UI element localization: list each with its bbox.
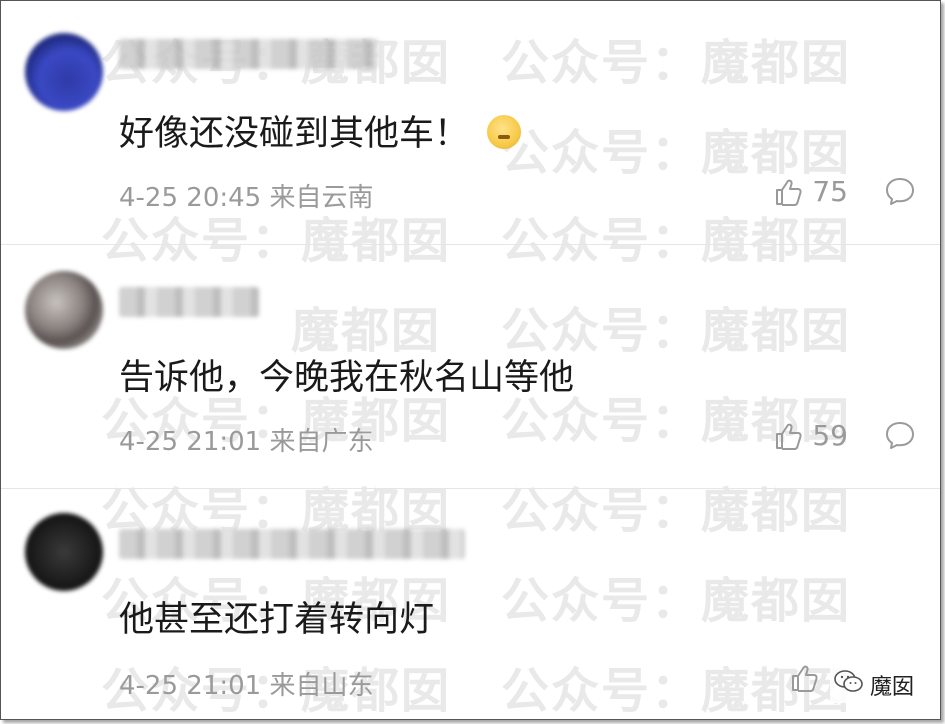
brand-watermark: 魔囡 — [829, 667, 918, 703]
watermark-text: 公众号：魔都囡 — [501, 573, 852, 629]
like-button[interactable] — [790, 663, 828, 693]
comment-location: 来自云南 — [269, 183, 374, 213]
like-button[interactable]: 75 — [774, 175, 848, 208]
thumbs-up-icon — [790, 663, 820, 693]
username-blurred[interactable] — [119, 39, 379, 69]
comment-time: 4-25 21:01 — [119, 671, 262, 701]
divider — [1, 244, 940, 245]
comment-meta: 4-25 21:01 来自山东 — [119, 665, 373, 702]
username-blurred[interactable] — [119, 287, 259, 317]
reply-icon[interactable] — [884, 419, 916, 451]
avatar[interactable] — [25, 33, 103, 111]
like-count: 59 — [812, 419, 848, 452]
watermark-text: 公众号：魔都囡 — [501, 35, 852, 91]
comment-location: 来自山东 — [269, 671, 374, 701]
comment-meta: 4-25 20:45 来自云南 — [119, 177, 373, 214]
watermark-text: 公众号：魔都囡 — [501, 125, 852, 181]
comment-text: 好像还没碰到其他车！ — [119, 105, 522, 156]
comment-time: 4-25 20:45 — [119, 183, 262, 213]
comment-time: 4-25 21:01 — [119, 427, 262, 457]
comment-text: 他甚至还打着转向灯 — [119, 591, 434, 642]
comment-content: 告诉他，今晚我在秋名山等他 — [119, 358, 575, 398]
screenshot-frame: 公众号：魔都囡 公众号：魔都囡 公众号：魔都囡 公众号：魔都囡 公众号：魔都囡 … — [0, 0, 941, 720]
like-button[interactable]: 59 — [774, 419, 848, 452]
watermark-text: 公众号：魔都囡 — [501, 213, 852, 269]
comment-content: 他甚至还打着转向灯 — [119, 600, 435, 640]
divider — [1, 488, 940, 489]
wechat-icon — [834, 669, 864, 701]
comment-content: 好像还没碰到其他车！ — [119, 114, 470, 154]
comment-text: 告诉他，今晚我在秋名山等他 — [119, 349, 574, 400]
thumbs-up-icon — [774, 421, 804, 451]
watermark-text: 公众号：魔都囡 — [501, 483, 852, 539]
username-blurred[interactable] — [119, 529, 465, 559]
comment-location: 来自广东 — [269, 427, 374, 457]
brand-name: 魔囡 — [869, 675, 914, 700]
like-count: 75 — [812, 175, 848, 208]
avatar[interactable] — [25, 513, 103, 591]
shushing-face-icon — [487, 115, 522, 149]
reply-icon[interactable] — [884, 175, 916, 207]
avatar[interactable] — [25, 271, 103, 349]
comment-meta: 4-25 21:01 来自广东 — [119, 421, 373, 458]
thumbs-up-icon — [774, 177, 804, 207]
